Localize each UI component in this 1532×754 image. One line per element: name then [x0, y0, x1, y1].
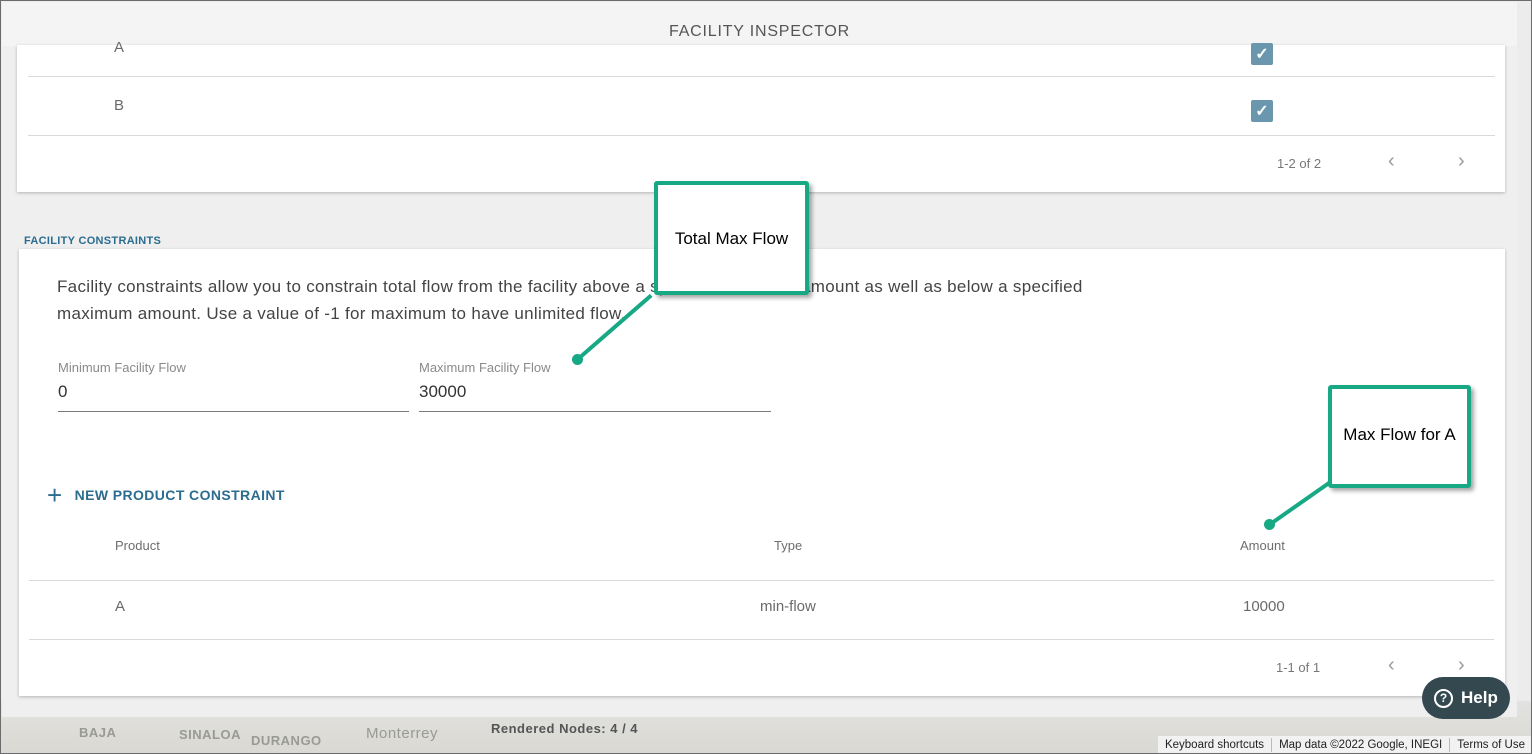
- callout-pointer-dot: [572, 354, 583, 365]
- map-footer: Keyboard shortcuts Map data ©2022 Google…: [1157, 736, 1531, 753]
- min-flow-input[interactable]: 0: [58, 382, 67, 402]
- constraints-description: Facility constraints allow you to constr…: [57, 277, 1083, 323]
- panel-title: FACILITY INSPECTOR: [2, 2, 1517, 46]
- callout-max-flow-for-a: Max Flow for A: [1328, 385, 1471, 488]
- checkbox-product-b[interactable]: ✓: [1251, 100, 1273, 122]
- max-flow-input[interactable]: 30000: [419, 382, 466, 402]
- pagination-range: 1-2 of 2: [1277, 156, 1322, 171]
- divider: [29, 639, 1494, 640]
- keyboard-shortcuts-link[interactable]: Keyboard shortcuts: [1158, 738, 1271, 752]
- min-flow-underline: [58, 411, 409, 412]
- column-header-product[interactable]: Product: [115, 538, 160, 553]
- column-header-type[interactable]: Type: [774, 538, 802, 553]
- help-label: Help: [1461, 688, 1498, 707]
- callout-text: Total Max Flow: [674, 229, 789, 248]
- divider: [28, 135, 1495, 136]
- map-label: DURANGO: [251, 733, 322, 748]
- check-icon: ✓: [1255, 46, 1269, 63]
- map-label: Monterrey: [366, 725, 439, 742]
- help-button[interactable]: ? Help: [1422, 677, 1510, 719]
- checkbox-product-a[interactable]: ✓: [1251, 43, 1273, 65]
- section-label-facility-constraints: FACILITY CONSTRAINTS: [24, 235, 162, 247]
- callout-total-max-flow: Total Max Flow: [654, 181, 809, 295]
- column-header-amount[interactable]: Amount: [1240, 538, 1285, 553]
- new-product-constraint-label: NEW PRODUCT CONSTRAINT: [74, 487, 285, 503]
- chevron-left-icon[interactable]: ‹: [1388, 654, 1395, 677]
- chevron-left-icon[interactable]: ‹: [1388, 150, 1395, 173]
- max-flow-underline: [419, 411, 771, 412]
- terms-of-use-link[interactable]: Terms of Use: [1449, 738, 1531, 752]
- table-row-product: B: [114, 97, 125, 114]
- min-flow-label: Minimum Facility Flow: [58, 360, 186, 375]
- constraint-row-type: min-flow: [760, 598, 816, 615]
- constraint-row-product: A: [115, 598, 126, 615]
- callout-pointer-dot: [1264, 519, 1275, 530]
- max-flow-label: Maximum Facility Flow: [419, 360, 551, 375]
- constraint-row-amount: 10000: [1243, 598, 1285, 615]
- chevron-right-icon[interactable]: ›: [1458, 150, 1465, 173]
- plus-icon: +: [47, 480, 63, 510]
- chevron-right-icon[interactable]: ›: [1458, 654, 1465, 677]
- map-data-attribution: Map data ©2022 Google, INEGI: [1271, 738, 1449, 752]
- callout-text: Max Flow for A: [1343, 425, 1456, 444]
- pagination-range: 1-1 of 1: [1276, 660, 1321, 675]
- rendered-nodes-label: Rendered Nodes: 4 / 4: [491, 721, 639, 736]
- new-product-constraint-button[interactable]: + NEW PRODUCT CONSTRAINT: [47, 480, 285, 510]
- question-icon: ?: [1434, 688, 1453, 708]
- app-frame: BAJA SINALOA DURANGO Monterrey Rendered …: [0, 0, 1532, 754]
- map-label: BAJA: [79, 725, 117, 740]
- divider: [28, 76, 1495, 77]
- divider: [29, 580, 1494, 581]
- map-label: SINALOA: [179, 727, 241, 742]
- check-icon: ✓: [1255, 103, 1269, 120]
- table-row-product: A: [114, 39, 125, 56]
